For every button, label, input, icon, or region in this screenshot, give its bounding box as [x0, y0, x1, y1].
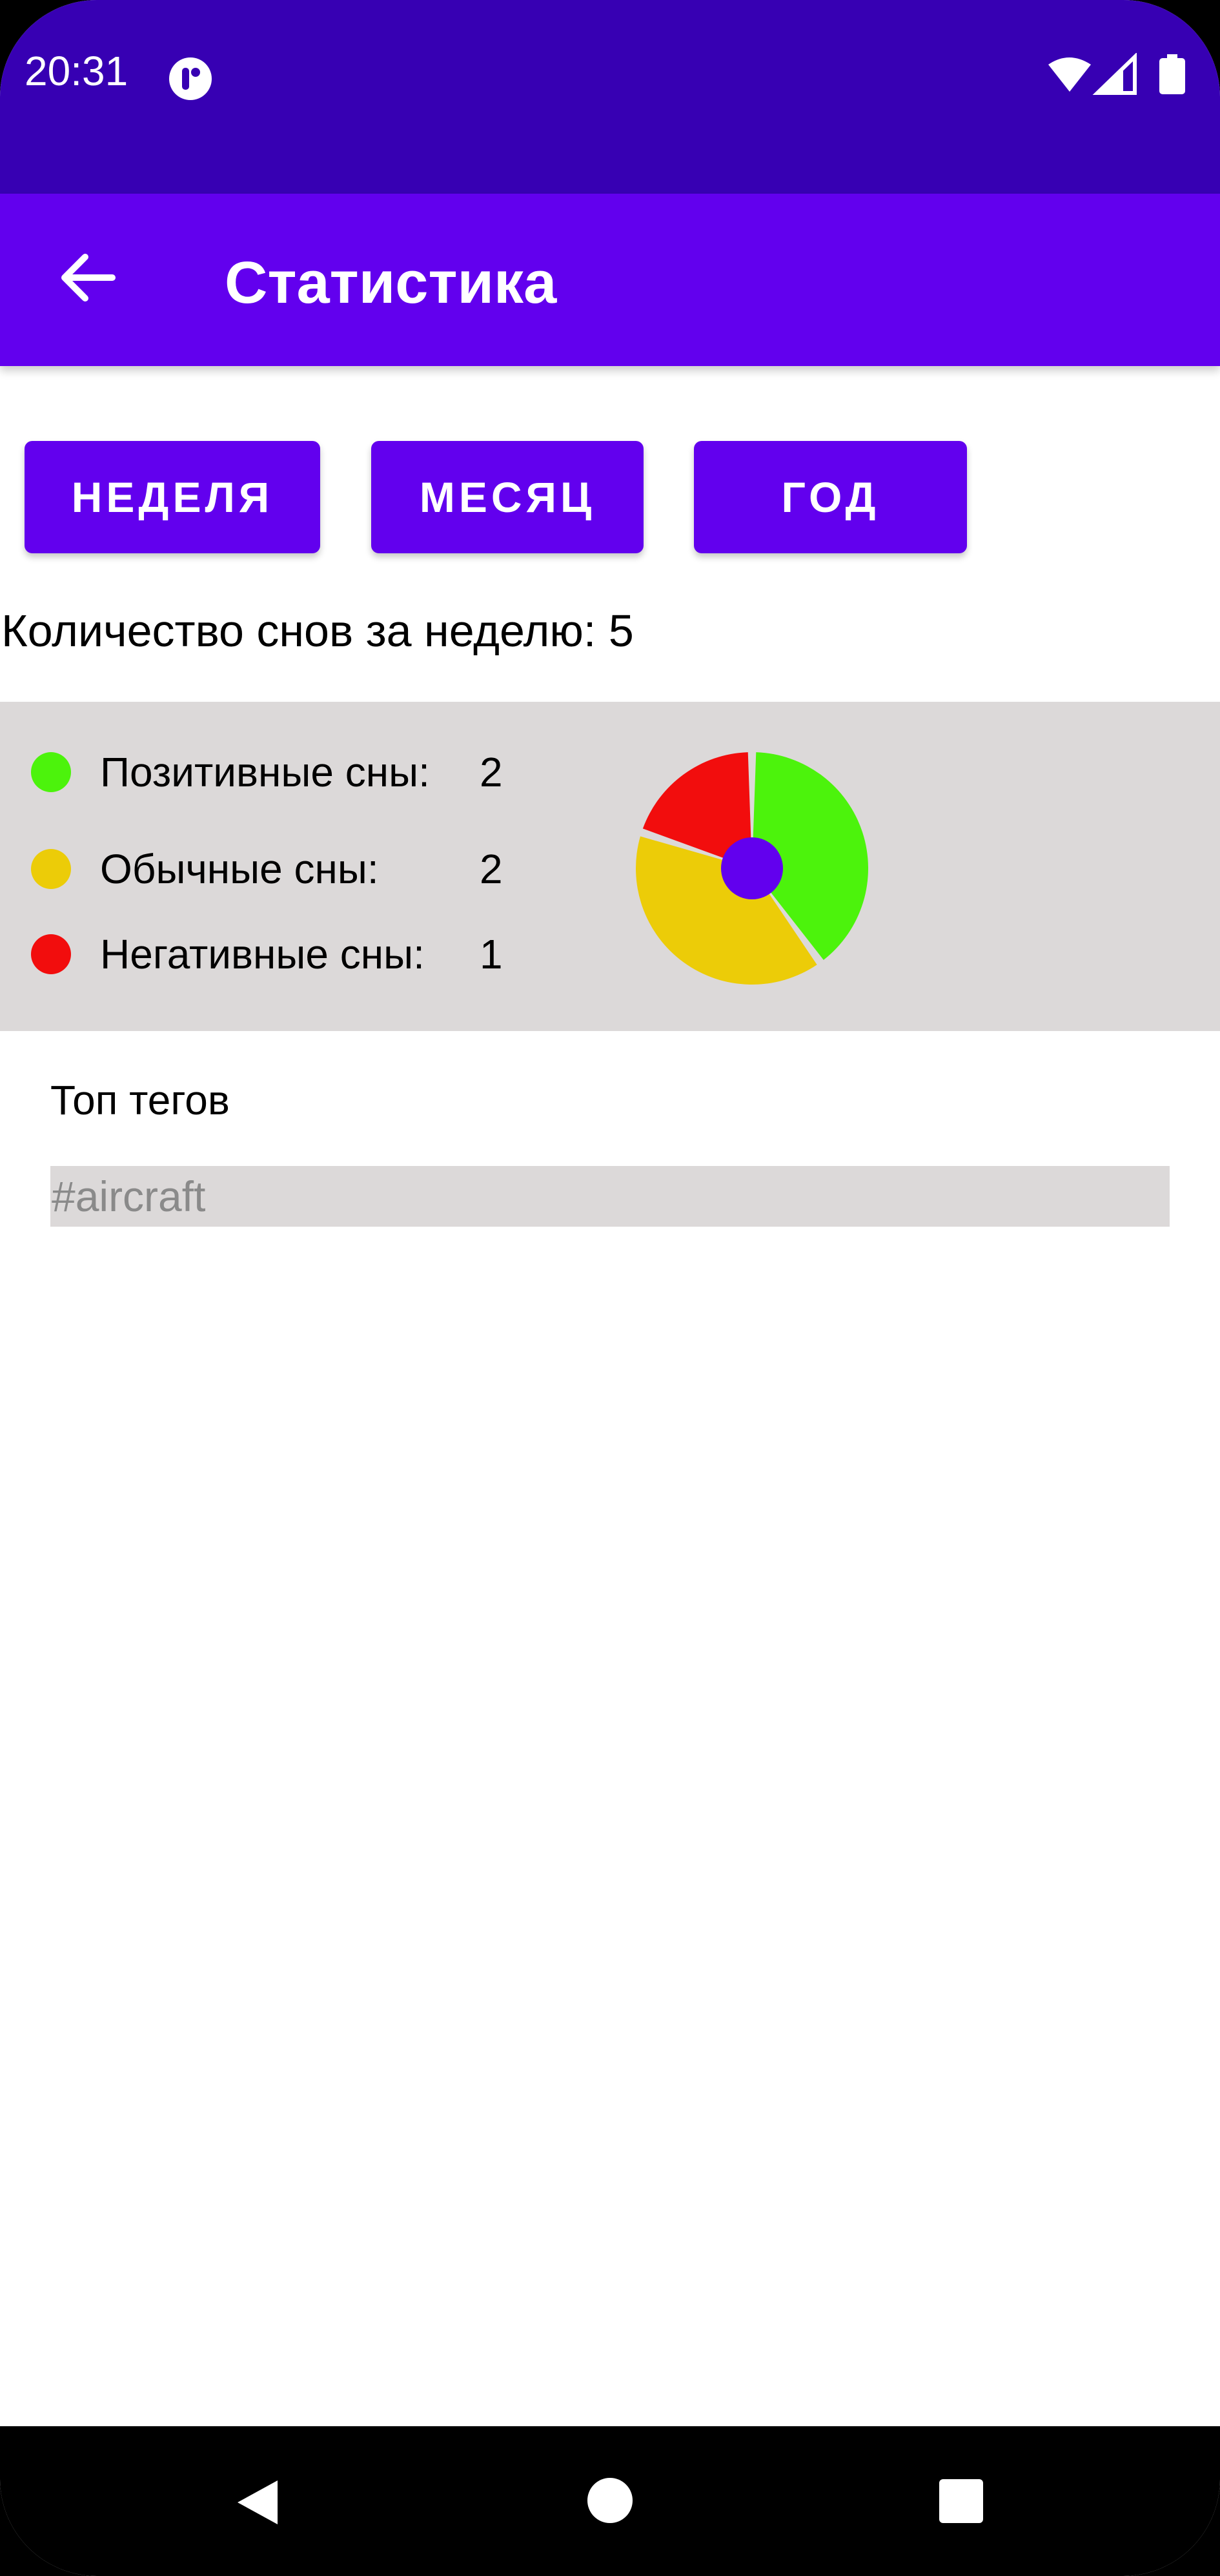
page-title: Статистика	[225, 250, 557, 316]
dream-count-line: Количество снов за неделю: 5	[1, 608, 634, 653]
regular-dot-icon	[31, 849, 71, 889]
tag-item[interactable]: #aircraft	[50, 1166, 1170, 1227]
battery-icon	[1159, 54, 1185, 94]
pie-center	[721, 837, 783, 899]
positive-dot-icon	[31, 752, 71, 792]
dreams-pie-chart	[636, 752, 868, 985]
positive-dreams-value: 2	[480, 749, 503, 795]
nav-recents-icon[interactable]	[938, 2478, 984, 2524]
status-bar: 20:31	[0, 0, 1220, 194]
app-bar	[0, 194, 1220, 366]
cellular-signal-icon	[1092, 53, 1137, 95]
year-button[interactable]: ГОД	[694, 441, 967, 553]
negative-dot-icon	[31, 934, 71, 974]
negative-dreams-label: Негативные сны:	[100, 931, 425, 977]
regular-dreams-value: 2	[480, 846, 503, 892]
status-time: 20:31	[25, 48, 128, 94]
week-button[interactable]: НЕДЕЛЯ	[25, 441, 320, 553]
wifi-icon	[1048, 57, 1091, 92]
nav-home-icon[interactable]	[586, 2477, 634, 2524]
regular-dreams-label: Обычные сны:	[100, 846, 379, 892]
app-notification-icon	[169, 57, 212, 100]
nav-back-icon[interactable]	[232, 2477, 284, 2528]
month-button[interactable]: МЕСЯЦ	[371, 441, 644, 553]
phone-screen: 20:31 Статистика НЕДЕЛЯ МЕСЯЦ ГОД Количе…	[0, 0, 1220, 2576]
positive-dreams-label: Позитивные сны:	[100, 749, 430, 795]
negative-dreams-value: 1	[480, 931, 503, 977]
top-tags-title: Топ тегов	[50, 1077, 230, 1123]
dream-count-label: Количество снов за неделю:	[1, 606, 596, 656]
status-icons	[1048, 53, 1185, 95]
arrow-left-icon[interactable]	[45, 236, 129, 320]
dream-count-value: 5	[608, 606, 634, 656]
